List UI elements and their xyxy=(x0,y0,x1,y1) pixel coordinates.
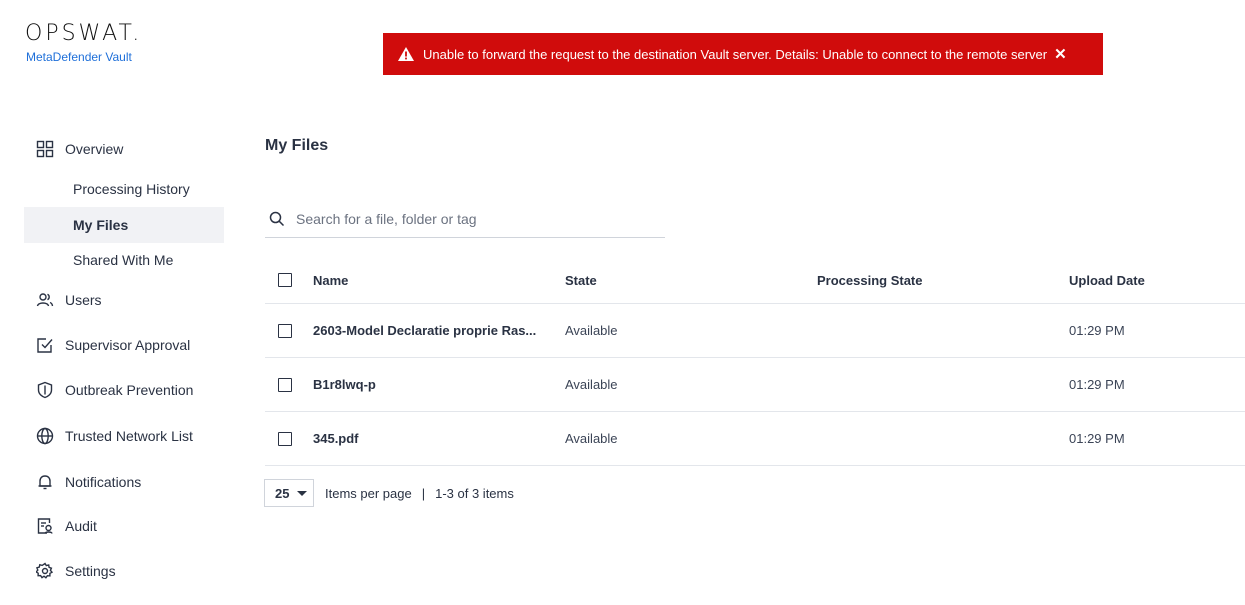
column-header-upload-date[interactable]: Upload Date xyxy=(1069,273,1145,288)
search-icon xyxy=(269,211,285,226)
gear-icon xyxy=(36,562,54,580)
select-all-checkbox[interactable] xyxy=(278,273,292,287)
table-header: Name State Processing State Upload Date xyxy=(265,257,1245,304)
chevron-down-icon xyxy=(297,490,308,496)
bell-icon xyxy=(36,473,54,491)
sidebar-item-audit[interactable]: Audit xyxy=(24,508,224,544)
file-state: Available xyxy=(565,377,618,392)
column-header-processing-state[interactable]: Processing State xyxy=(817,273,923,288)
sidebar-item-processing-history[interactable]: Processing History xyxy=(24,171,224,207)
column-header-name[interactable]: Name xyxy=(313,273,348,288)
product-name: MetaDefender Vault xyxy=(26,50,132,64)
sidebar-item-supervisor-approval[interactable]: Supervisor Approval xyxy=(24,327,224,363)
sidebar-item-users[interactable]: Users xyxy=(24,282,224,318)
error-alert: Unable to forward the request to the des… xyxy=(383,33,1103,75)
items-per-page-select[interactable]: 25 xyxy=(264,479,314,507)
column-header-state[interactable]: State xyxy=(565,273,597,288)
sidebar-item-label: Users xyxy=(65,292,102,308)
sidebar-item-label: Trusted Network List xyxy=(65,428,193,444)
file-name[interactable]: 2603-Model Declaratie proprie Ras... xyxy=(313,323,536,338)
row-checkbox[interactable] xyxy=(278,431,292,446)
file-upload-date: 01:29 PM xyxy=(1069,323,1125,338)
sidebar-item-label: Overview xyxy=(65,141,124,157)
users-icon xyxy=(36,291,54,309)
pagination: 25 Items per page | 1-3 of 3 items xyxy=(264,479,514,507)
alert-message: Unable to forward the request to the des… xyxy=(423,46,1048,62)
pagination-separator: | xyxy=(421,485,426,501)
globe-icon xyxy=(36,427,54,445)
brand-name: OPSWAT. xyxy=(25,21,143,46)
items-per-page-label: Items per page xyxy=(325,485,412,501)
file-name[interactable]: 345.pdf xyxy=(313,431,359,446)
table-row[interactable]: 2603-Model Declaratie proprie Ras... Ava… xyxy=(265,304,1245,358)
search-bar xyxy=(265,200,665,238)
sidebar-item-overview[interactable]: Overview xyxy=(24,131,224,167)
file-name[interactable]: B1r8lwq-p xyxy=(313,377,376,392)
file-upload-date: 01:29 PM xyxy=(1069,431,1125,446)
sidebar-item-label: Supervisor Approval xyxy=(65,337,191,353)
file-state: Available xyxy=(565,431,618,446)
approval-icon xyxy=(36,336,54,354)
table-row[interactable]: 345.pdf Available 01:29 PM xyxy=(265,412,1245,466)
table-row[interactable]: B1r8lwq-p Available 01:29 PM xyxy=(265,358,1245,412)
sidebar-item-my-files[interactable]: My Files xyxy=(24,207,224,243)
search-input[interactable] xyxy=(294,209,638,228)
sidebar-item-label: Outbreak Prevention xyxy=(65,382,194,398)
audit-icon xyxy=(36,517,54,535)
shield-icon xyxy=(36,381,54,399)
file-upload-date: 01:29 PM xyxy=(1069,377,1125,392)
page-title: My Files xyxy=(265,137,329,154)
pagination-range: 1-3 of 3 items xyxy=(435,485,514,501)
warning-icon xyxy=(398,47,414,61)
items-per-page-value: 25 xyxy=(275,485,290,501)
row-checkbox[interactable] xyxy=(278,323,292,338)
sidebar-item-trusted-network-list[interactable]: Trusted Network List xyxy=(24,418,224,454)
file-state: Available xyxy=(565,323,618,338)
grid-icon xyxy=(36,140,54,158)
sidebar-item-label: Audit xyxy=(65,518,97,534)
row-checkbox[interactable] xyxy=(278,377,292,392)
sidebar-item-shared-with-me[interactable]: Shared With Me xyxy=(24,242,224,278)
logo: OPSWAT. MetaDefender Vault xyxy=(25,21,143,65)
sidebar-item-settings[interactable]: Settings xyxy=(24,553,224,589)
sidebar-item-label: Settings xyxy=(65,563,116,579)
sidebar-item-label: Notifications xyxy=(65,474,142,490)
sidebar-item-outbreak-prevention[interactable]: Outbreak Prevention xyxy=(24,372,224,408)
sidebar-item-notifications[interactable]: Notifications xyxy=(24,464,224,500)
files-table: Name State Processing State Upload Date … xyxy=(265,257,1245,466)
close-icon[interactable]: ✕ xyxy=(1054,45,1067,63)
